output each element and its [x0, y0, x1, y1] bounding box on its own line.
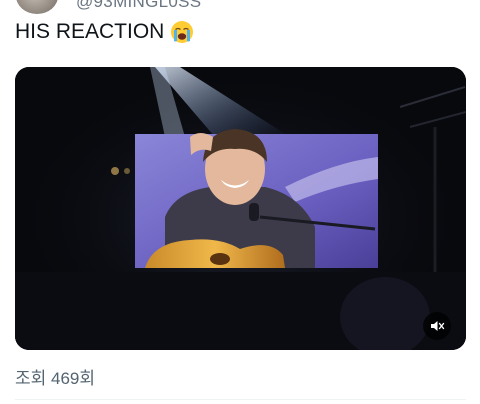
loudly-crying-face-emoji-icon: [171, 21, 194, 43]
author-avatar[interactable]: [16, 0, 58, 14]
divider: [15, 399, 466, 400]
speaker-muted-icon: [431, 321, 445, 331]
video-player[interactable]: [15, 67, 466, 350]
tweet-text: HIS REACTION: [15, 20, 165, 43]
tweet-text-row: HIS REACTION: [15, 18, 194, 46]
view-count: 조회 469회: [15, 369, 96, 388]
concert-video-frame: [15, 67, 466, 350]
author-handle[interactable]: @93MINGL0SS: [76, 0, 201, 12]
mute-toggle-button[interactable]: [423, 312, 451, 340]
